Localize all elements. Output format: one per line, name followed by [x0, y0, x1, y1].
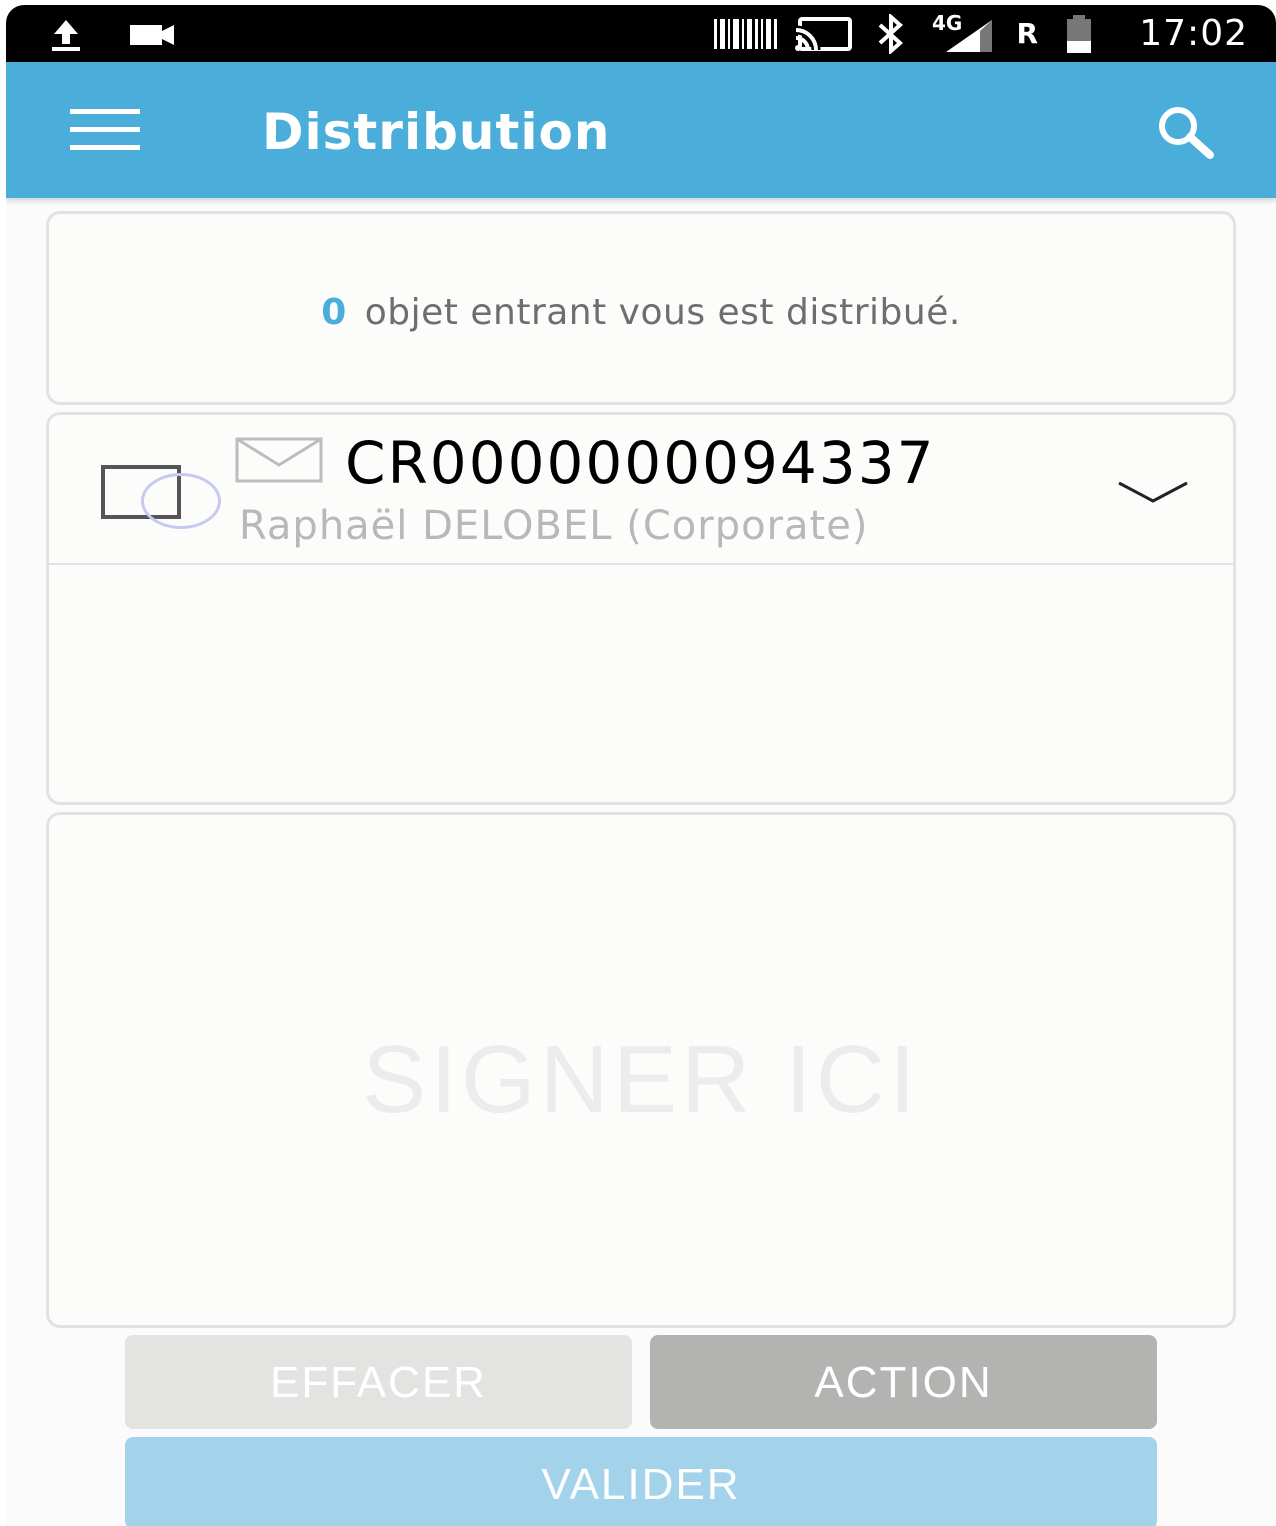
- video-icon: [128, 5, 178, 62]
- envelope-icon: [235, 437, 325, 489]
- signature-placeholder: SIGNER ICI: [362, 1026, 920, 1133]
- hamburger-menu-icon[interactable]: [62, 107, 146, 153]
- validate-button[interactable]: VALIDER: [125, 1437, 1157, 1526]
- bluetooth-icon: [874, 5, 908, 62]
- distribution-info-card: 0 objet entrant vous est distribué.: [46, 211, 1236, 405]
- item-sender: Raphaël DELOBEL (Corporate): [239, 503, 869, 549]
- clock: 17:02: [1139, 13, 1248, 54]
- status-bar: 4G R 17:02: [6, 5, 1276, 62]
- distribution-info: 0 objet entrant vous est distribué.: [49, 292, 1233, 333]
- clear-button[interactable]: EFFACER: [125, 1335, 632, 1429]
- action-button[interactable]: ACTION: [650, 1335, 1157, 1429]
- app-bar: Distribution: [6, 62, 1276, 198]
- roaming-label: R: [1016, 17, 1038, 50]
- upload-icon: [46, 5, 86, 62]
- chevron-down-icon[interactable]: [1113, 473, 1193, 517]
- battery-icon: [1064, 5, 1094, 62]
- phone-screen: 4G R 17:02 Distribution 0 objet entrant v…: [6, 5, 1276, 1526]
- cast-icon: [794, 5, 854, 62]
- item-code: CR0000000094337: [345, 429, 936, 497]
- distributed-text: objet entrant vous est distribué.: [364, 292, 961, 333]
- signal-icon: 4G: [932, 5, 998, 62]
- touch-ripple: [141, 473, 221, 529]
- distributed-count: 0: [321, 292, 347, 333]
- signature-pad[interactable]: SIGNER ICI: [46, 812, 1236, 1328]
- barcode-icon: [712, 5, 782, 62]
- page-title: Distribution: [262, 103, 611, 161]
- item-card: CR0000000094337 Raphaël DELOBEL (Corpora…: [46, 412, 1236, 805]
- network-type-label: 4G: [932, 11, 963, 35]
- item-header[interactable]: CR0000000094337 Raphaël DELOBEL (Corpora…: [49, 415, 1233, 565]
- search-icon[interactable]: [1152, 102, 1222, 162]
